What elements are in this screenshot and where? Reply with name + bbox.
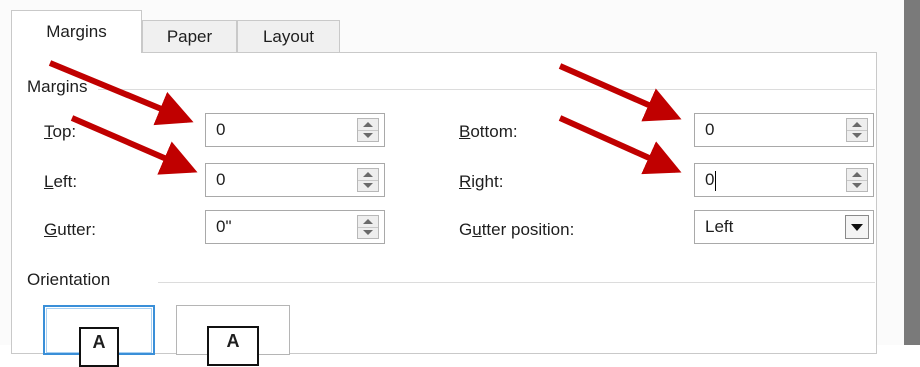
arrow-down-icon <box>852 133 862 138</box>
bottom-margin-value: 0 <box>705 120 715 139</box>
left-label: Left: <box>44 172 77 192</box>
arrow-up-icon <box>363 219 373 224</box>
margins-group-divider <box>98 89 875 90</box>
bottom-label: Bottom: <box>459 122 518 142</box>
left-decrement-button[interactable] <box>358 180 378 191</box>
top-label: Top: <box>44 122 76 142</box>
arrow-up-icon <box>363 172 373 177</box>
window-edge <box>904 0 920 345</box>
portrait-page-icon: A <box>79 327 119 367</box>
bottom-margin-field[interactable]: 0 <box>694 113 874 147</box>
gutter-position-value: Left <box>705 217 734 236</box>
gutter-decrement-button[interactable] <box>358 227 378 238</box>
left-margin-spinner[interactable] <box>357 168 379 192</box>
top-label-rest: op: <box>52 122 77 141</box>
orientation-group-divider <box>158 282 875 283</box>
arrow-up-icon <box>363 122 373 127</box>
top-margin-spinner[interactable] <box>357 118 379 142</box>
gutter-position-select[interactable]: Left <box>694 210 874 244</box>
arrow-down-icon <box>852 183 862 188</box>
tab-paper[interactable]: Paper <box>142 20 237 52</box>
gutter-label-rest: utter: <box>57 220 96 239</box>
tab-layout[interactable]: Layout <box>237 20 340 52</box>
arrow-up-icon <box>852 122 862 127</box>
right-margin-field[interactable]: 0 <box>694 163 874 197</box>
text-cursor <box>715 170 717 191</box>
left-margin-field[interactable]: 0 <box>205 163 385 197</box>
portrait-button[interactable]: A <box>43 305 155 367</box>
bottom-label-rest: ottom: <box>470 122 518 141</box>
top-margin-field[interactable]: 0 <box>205 113 385 147</box>
right-label: Right: <box>459 172 503 192</box>
right-margin-spinner[interactable] <box>846 168 868 192</box>
gutter-label: Gutter: <box>44 220 96 240</box>
top-margin-value: 0 <box>216 120 226 139</box>
tab-paper-label: Paper <box>166 26 213 46</box>
gutter-position-label-accel: u <box>472 220 482 239</box>
gutter-field[interactable]: 0" <box>205 210 385 244</box>
bottom-margin-spinner[interactable] <box>846 118 868 142</box>
tab-margins[interactable]: Margins <box>11 10 142 53</box>
landscape-page-icon: A <box>207 326 259 366</box>
chevron-down-icon <box>851 223 863 231</box>
landscape-button[interactable]: A <box>176 305 290 366</box>
orientation-group-title: Orientation <box>27 270 111 289</box>
gutter-label-accel: G <box>44 220 58 239</box>
arrow-up-icon <box>852 172 862 177</box>
bottom-label-accel: B <box>459 122 471 141</box>
top-decrement-button[interactable] <box>358 130 378 141</box>
left-margin-value: 0 <box>216 170 226 189</box>
gutter-value: 0" <box>216 217 232 236</box>
portrait-glyph: A <box>92 332 106 352</box>
right-margin-value-wrap: 0 <box>705 164 717 196</box>
bottom-decrement-button[interactable] <box>847 130 867 141</box>
gutter-position-label-pre: G <box>459 220 473 239</box>
tab-margins-label: Margins <box>46 22 107 41</box>
left-label-rest: eft: <box>53 172 78 191</box>
right-label-accel: R <box>459 172 472 191</box>
arrow-down-icon <box>363 133 373 138</box>
gutter-position-label-rest: tter position: <box>481 220 575 239</box>
gutter-position-label: Gutter position: <box>459 220 574 240</box>
arrow-down-icon <box>363 230 373 235</box>
right-label-rest: ight: <box>471 172 504 191</box>
gutter-spinner[interactable] <box>357 215 379 239</box>
arrow-down-icon <box>363 183 373 188</box>
right-margin-value: 0 <box>705 170 715 189</box>
top-label-accel: T <box>44 122 53 141</box>
landscape-glyph: A <box>226 331 240 351</box>
right-decrement-button[interactable] <box>847 180 867 191</box>
gutter-position-dropdown-button[interactable] <box>845 215 869 239</box>
tab-layout-label: Layout <box>262 26 315 46</box>
margins-group-title: Margins <box>27 77 88 96</box>
